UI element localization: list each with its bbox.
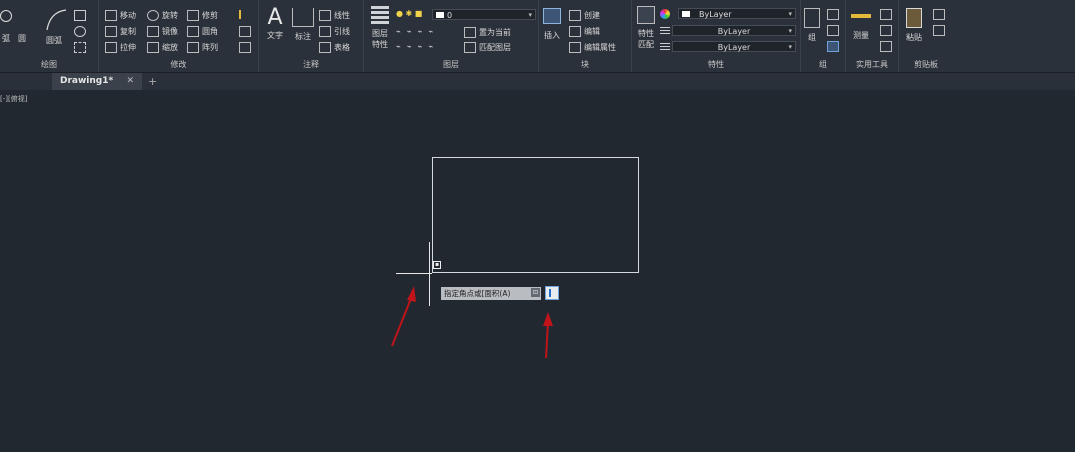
annotation-arrow-right [543,312,553,359]
annotation-arrow-left [391,286,416,347]
annotation-arrows [391,286,553,359]
